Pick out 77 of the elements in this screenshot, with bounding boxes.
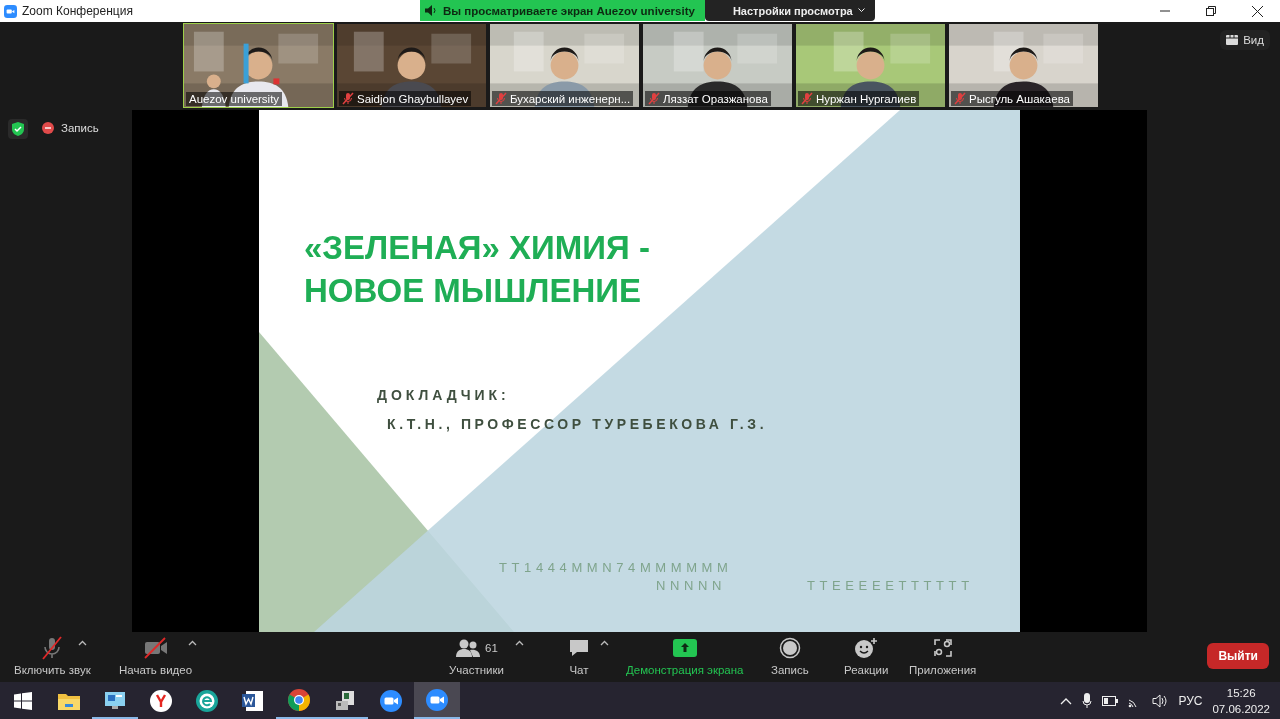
- video-tile[interactable]: Рысгуль Ашакаева: [948, 23, 1099, 108]
- leave-button[interactable]: Выйти: [1207, 643, 1269, 669]
- record-icon: [42, 122, 54, 134]
- share-screen-icon: [672, 639, 697, 657]
- clock-time: 15:26: [1226, 685, 1256, 701]
- language-indicator[interactable]: РУС: [1178, 693, 1203, 708]
- toolbar-button[interactable]: Запись: [765, 632, 815, 682]
- mic-icon[interactable]: [1082, 692, 1093, 709]
- participant-name: Рысгуль Ашакаева: [969, 92, 1071, 105]
- video-app-icon: [380, 689, 402, 712]
- people-icon: [455, 638, 482, 658]
- caret-icon[interactable]: [600, 640, 609, 646]
- toolbar-button[interactable]: Чат: [562, 632, 596, 682]
- toolbar-button[interactable]: Приложения: [903, 632, 983, 682]
- banner-text: Вы просматриваете экран Auezov university: [443, 4, 695, 17]
- speaker-icon: [425, 5, 437, 16]
- participant-name: Auezov university: [189, 93, 280, 105]
- view-button[interactable]: Вид: [1220, 30, 1270, 50]
- browser-icon: [288, 688, 310, 711]
- participant-name: Ляззат Оразжанова: [663, 92, 768, 105]
- slide-title: НОВОЕ МЫШЛЕНИЕ: [304, 271, 643, 311]
- toolbar-button[interactable]: Начать видео: [113, 632, 199, 682]
- server-icon: [334, 688, 356, 711]
- speaker-label: ДОКЛАДЧИК:: [377, 387, 510, 403]
- restore-icon: [1206, 6, 1216, 16]
- apps-icon: [932, 638, 953, 658]
- recording-label: Запись: [61, 122, 99, 134]
- toolbar-button[interactable]: Включить звук: [8, 632, 97, 682]
- video-tile[interactable]: Auezov university: [183, 23, 334, 108]
- muted-mic-icon: [342, 92, 354, 105]
- camera-icon: [4, 4, 17, 18]
- taskbar-app[interactable]: [414, 682, 460, 719]
- faint-text: TT1444MMN74MMMMMM: [499, 560, 733, 575]
- slide-title: «ЗЕЛЕНАЯ» ХИМИЯ -: [304, 228, 650, 268]
- window-title: Zoom Конференция: [22, 4, 133, 18]
- view-options-menu[interactable]: Настройки просмотра: [704, 0, 875, 21]
- volume-icon[interactable]: [1152, 693, 1169, 708]
- monitor-icon: [104, 689, 126, 710]
- toolbar-button[interactable]: Реакции: [838, 632, 895, 682]
- faint-text: NNNNN: [656, 578, 726, 593]
- browser-icon: [150, 689, 172, 712]
- video-off-icon: [142, 637, 169, 659]
- video-tile[interactable]: Бухарский инженерн...: [489, 23, 640, 108]
- windows-icon: [14, 691, 32, 710]
- caret-icon[interactable]: [78, 640, 87, 646]
- participant-name: Бухарский инженерн...: [510, 92, 631, 105]
- chevron-up-icon[interactable]: [1060, 696, 1073, 705]
- battery-icon[interactable]: [1102, 695, 1119, 706]
- muted-mic-icon: [648, 92, 660, 105]
- muted-mic-icon: [40, 636, 65, 660]
- muted-mic-icon: [495, 92, 507, 105]
- toolbar-button[interactable]: Демонстрация экрана: [620, 632, 750, 682]
- speaker-name: К.Т.Н., ПРОФЕССОР ТУРЕБЕКОВА Г.З.: [387, 416, 768, 432]
- shield-icon[interactable]: [8, 119, 28, 139]
- grid-icon: [1226, 35, 1239, 45]
- document-app-icon: [242, 689, 264, 712]
- caret-icon[interactable]: [188, 640, 197, 646]
- clock[interactable]: 15:26 07.06.2022: [1212, 684, 1270, 717]
- close-icon: [1251, 5, 1263, 17]
- video-tile[interactable]: Нуржан Нургалиев: [795, 23, 946, 108]
- record-icon: [778, 637, 801, 659]
- toolbar-button[interactable]: 61 Участники: [443, 632, 510, 682]
- muted-mic-icon: [954, 92, 966, 105]
- chat-icon: [568, 637, 590, 659]
- video-tile[interactable]: Saidjon Ghaybullayev: [336, 23, 487, 108]
- smiley-icon: [854, 637, 879, 659]
- caret-icon: [857, 8, 865, 13]
- video-tile[interactable]: Ляззат Оразжанова: [642, 23, 793, 108]
- caret-icon[interactable]: [515, 640, 524, 646]
- participant-name: Нуржан Нургалиев: [816, 92, 917, 105]
- muted-mic-icon: [801, 92, 813, 105]
- faint-text: TTEEEEETTTTTT: [807, 578, 974, 593]
- video-app-icon: [426, 688, 448, 711]
- folder-icon: [58, 691, 80, 710]
- clock-date: 07.06.2022: [1212, 701, 1270, 717]
- participant-count: 61: [485, 642, 498, 654]
- participant-name: Saidjon Ghaybullayev: [357, 92, 469, 105]
